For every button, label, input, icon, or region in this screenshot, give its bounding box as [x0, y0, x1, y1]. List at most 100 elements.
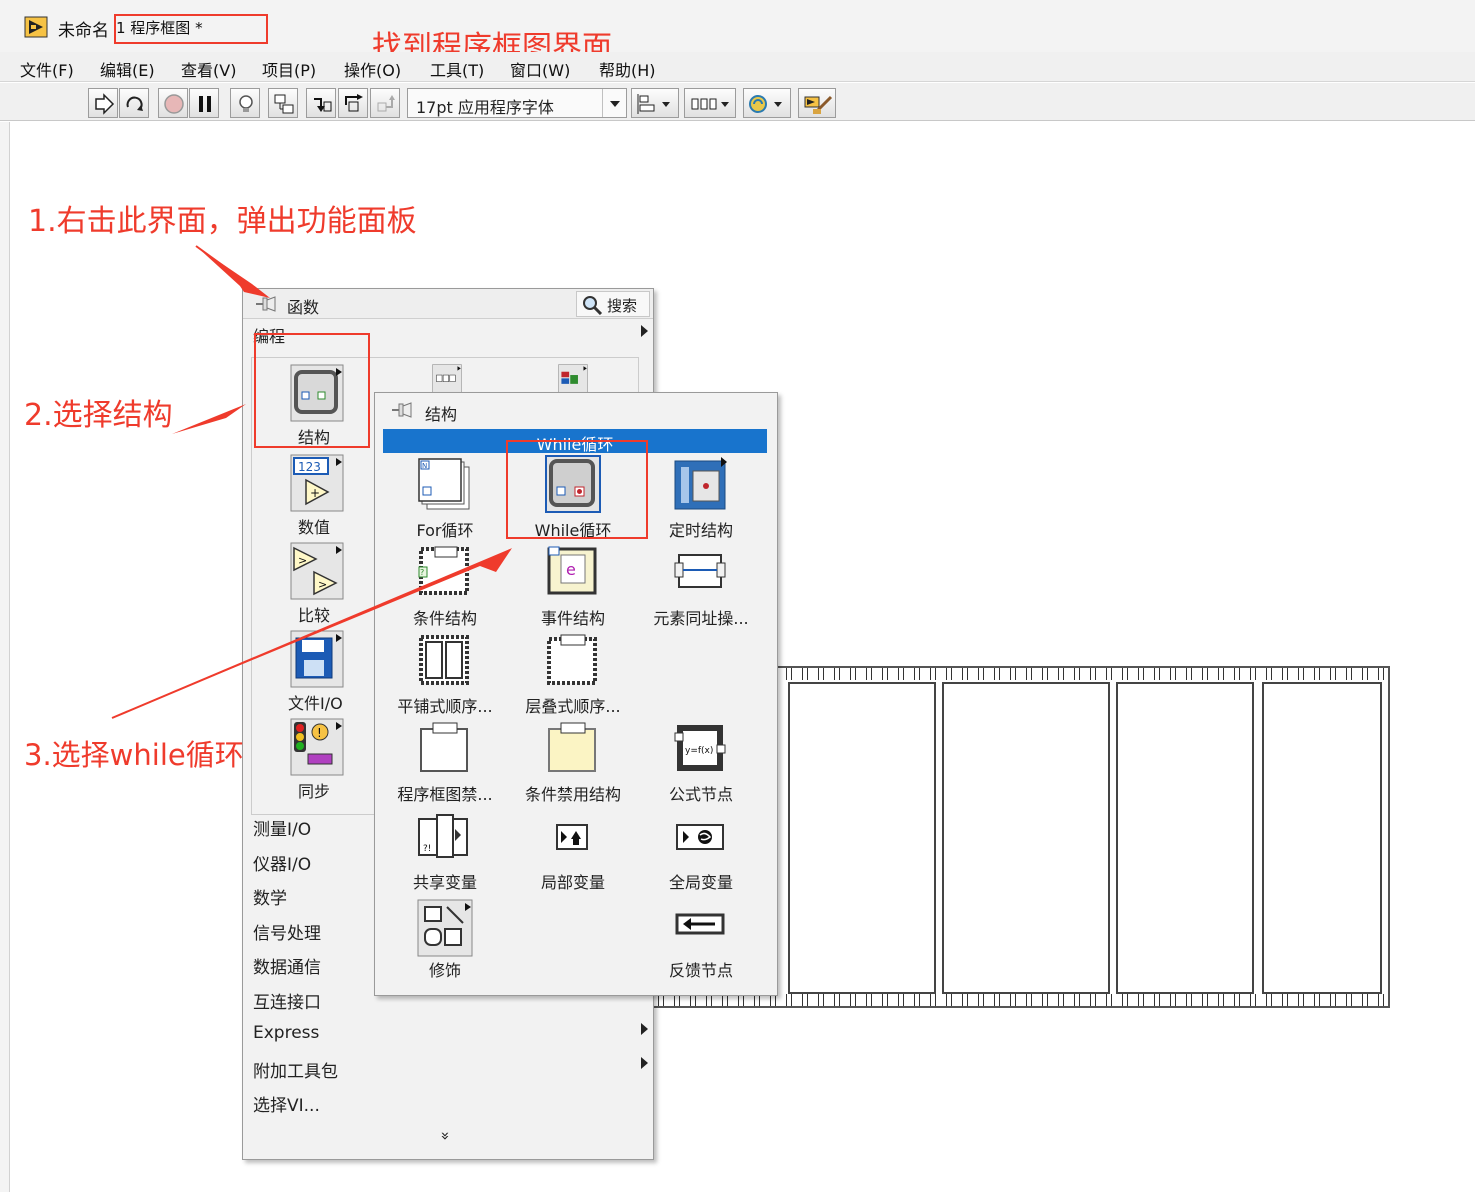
- align-objects-button[interactable]: [631, 88, 679, 118]
- while-loop-highlight-box: [506, 440, 648, 539]
- abort-button[interactable]: [158, 88, 188, 118]
- functions-palette-header: 函数 搜索: [243, 289, 653, 319]
- local-variable-icon[interactable]: [545, 813, 601, 871]
- sequence-frame[interactable]: [1116, 682, 1254, 994]
- numeric-palette-icon[interactable]: 123 +: [290, 454, 344, 512]
- sequence-frame[interactable]: [942, 682, 1110, 994]
- menu-view[interactable]: 查看(V): [181, 57, 236, 81]
- diagram-disable-icon[interactable]: [417, 721, 473, 779]
- decorations-label: 修饰: [428, 961, 461, 980]
- reorder-button[interactable]: [743, 88, 791, 118]
- global-variable-label: 全局变量: [668, 873, 733, 892]
- step-into-icon: [314, 98, 332, 112]
- decorations-icon[interactable]: [417, 899, 473, 957]
- timed-structure-icon[interactable]: [673, 457, 729, 515]
- category-addons[interactable]: 附加工具包: [253, 1057, 338, 1082]
- arrow-step2: [172, 404, 246, 434]
- category-instrument-io[interactable]: 仪器I/O: [253, 850, 311, 875]
- cleanup-icon: [804, 95, 833, 114]
- stacked-sequence-icon[interactable]: [545, 633, 601, 691]
- category-signal-processing[interactable]: 信号处理: [253, 919, 321, 944]
- formula-node-icon[interactable]: y=f(x): [673, 721, 729, 779]
- step-into-button[interactable]: [306, 88, 336, 118]
- event-structure-icon[interactable]: e: [545, 545, 601, 603]
- diagram-disable-label: 程序框图禁...: [397, 785, 493, 804]
- comparison-palette-icon[interactable]: > >: [290, 542, 344, 600]
- category-measurement-io[interactable]: 测量I/O: [253, 815, 311, 840]
- svg-text:e: e: [566, 560, 576, 579]
- inplace-element-structure-icon[interactable]: [673, 545, 729, 603]
- svg-text:?: ?: [420, 568, 424, 577]
- annotation-step3: 3.选择while循环: [24, 738, 244, 772]
- addons-expand-arrow-icon[interactable]: [641, 1057, 648, 1069]
- run-button[interactable]: [88, 88, 118, 118]
- category-data-communication[interactable]: 数据通信: [253, 953, 321, 978]
- category-mathematics[interactable]: 数学: [253, 884, 287, 909]
- labview-app-icon: [24, 16, 48, 38]
- svg-text:N: N: [422, 462, 427, 470]
- retain-wire-values-icon: [274, 94, 294, 114]
- cleanup-diagram-button[interactable]: [798, 88, 836, 118]
- sequence-frame[interactable]: [788, 682, 936, 994]
- svg-text:!: !: [317, 726, 322, 740]
- file-io-palette-icon[interactable]: [290, 630, 344, 688]
- shared-variable-label: 共享变量: [412, 873, 477, 892]
- abort-icon: [164, 94, 184, 114]
- retain-wire-values-button[interactable]: [268, 88, 298, 118]
- numeric-label: 数值: [298, 518, 331, 537]
- functions-palette-title: 函数: [287, 298, 320, 317]
- case-structure-icon[interactable]: ?: [417, 545, 473, 603]
- synchronization-palette-icon[interactable]: !: [290, 718, 344, 776]
- structures-highlight-box: [254, 333, 370, 448]
- category-select-vi[interactable]: 选择VI...: [253, 1091, 320, 1116]
- run-arrow-icon: [95, 93, 115, 115]
- feedback-node-label: 反馈节点: [668, 961, 733, 980]
- title-highlight-box: [114, 14, 268, 44]
- font-select[interactable]: 17pt 应用程序字体: [407, 88, 627, 118]
- font-select-value: 17pt 应用程序字体: [416, 98, 554, 117]
- menu-tools[interactable]: 工具(T): [430, 57, 484, 81]
- formula-node-label: 公式节点: [668, 785, 733, 804]
- left-ruler: [0, 122, 10, 1192]
- distribute-objects-button[interactable]: [684, 88, 736, 118]
- menu-window[interactable]: 窗口(W): [510, 57, 570, 81]
- sequence-frame[interactable]: [1262, 682, 1382, 994]
- menu-edit[interactable]: 编辑(E): [100, 57, 155, 81]
- menu-help[interactable]: 帮助(H): [599, 57, 656, 81]
- timed-structure-label: 定时结构: [668, 521, 733, 540]
- pin-icon[interactable]: [255, 295, 277, 313]
- menu-project[interactable]: 项目(P): [262, 57, 316, 81]
- step-out-button[interactable]: [370, 88, 400, 118]
- structures-palette-header: 结构: [375, 393, 777, 427]
- highlight-execution-button[interactable]: [230, 88, 260, 118]
- conditional-disable-icon[interactable]: [545, 721, 601, 779]
- file-io-label: 文件I/O: [288, 694, 343, 713]
- step-out-icon: [377, 95, 395, 112]
- menu-file[interactable]: 文件(F): [20, 57, 74, 81]
- shared-variable-icon[interactable]: ?!: [417, 813, 473, 871]
- flat-sequence-icon[interactable]: [417, 633, 473, 691]
- svg-text:>: >: [318, 578, 327, 591]
- category-expand-arrow-icon[interactable]: [641, 325, 648, 337]
- pause-icon: [199, 96, 211, 112]
- menu-operate[interactable]: 操作(O): [344, 57, 401, 81]
- search-button-label: 搜索: [607, 297, 638, 315]
- step-over-button[interactable]: [338, 88, 368, 118]
- express-expand-arrow-icon[interactable]: [641, 1023, 648, 1035]
- category-express[interactable]: Express: [253, 1023, 319, 1043]
- pin-icon[interactable]: [391, 401, 413, 419]
- feedback-node-icon[interactable]: [673, 901, 729, 959]
- search-button[interactable]: 搜索: [576, 291, 650, 317]
- category-connectivity[interactable]: 互连接口: [253, 988, 321, 1013]
- svg-text:+: +: [310, 486, 320, 500]
- for-loop-icon[interactable]: N: [417, 457, 473, 515]
- structures-palette-title: 结构: [425, 405, 458, 424]
- more-categories-chevron-icon[interactable]: »: [437, 1131, 455, 1140]
- inplace-element-label: 元素同址操...: [653, 609, 749, 628]
- global-variable-icon[interactable]: [673, 813, 729, 871]
- pause-button[interactable]: [189, 88, 219, 118]
- menu-bar: 文件(F) 编辑(E) 查看(V) 项目(P) 操作(O) 工具(T) 窗口(W…: [0, 52, 1475, 82]
- run-continuously-button[interactable]: [119, 88, 149, 118]
- font-select-chevron-down-icon[interactable]: [602, 89, 626, 117]
- distribute-icon: [691, 98, 729, 110]
